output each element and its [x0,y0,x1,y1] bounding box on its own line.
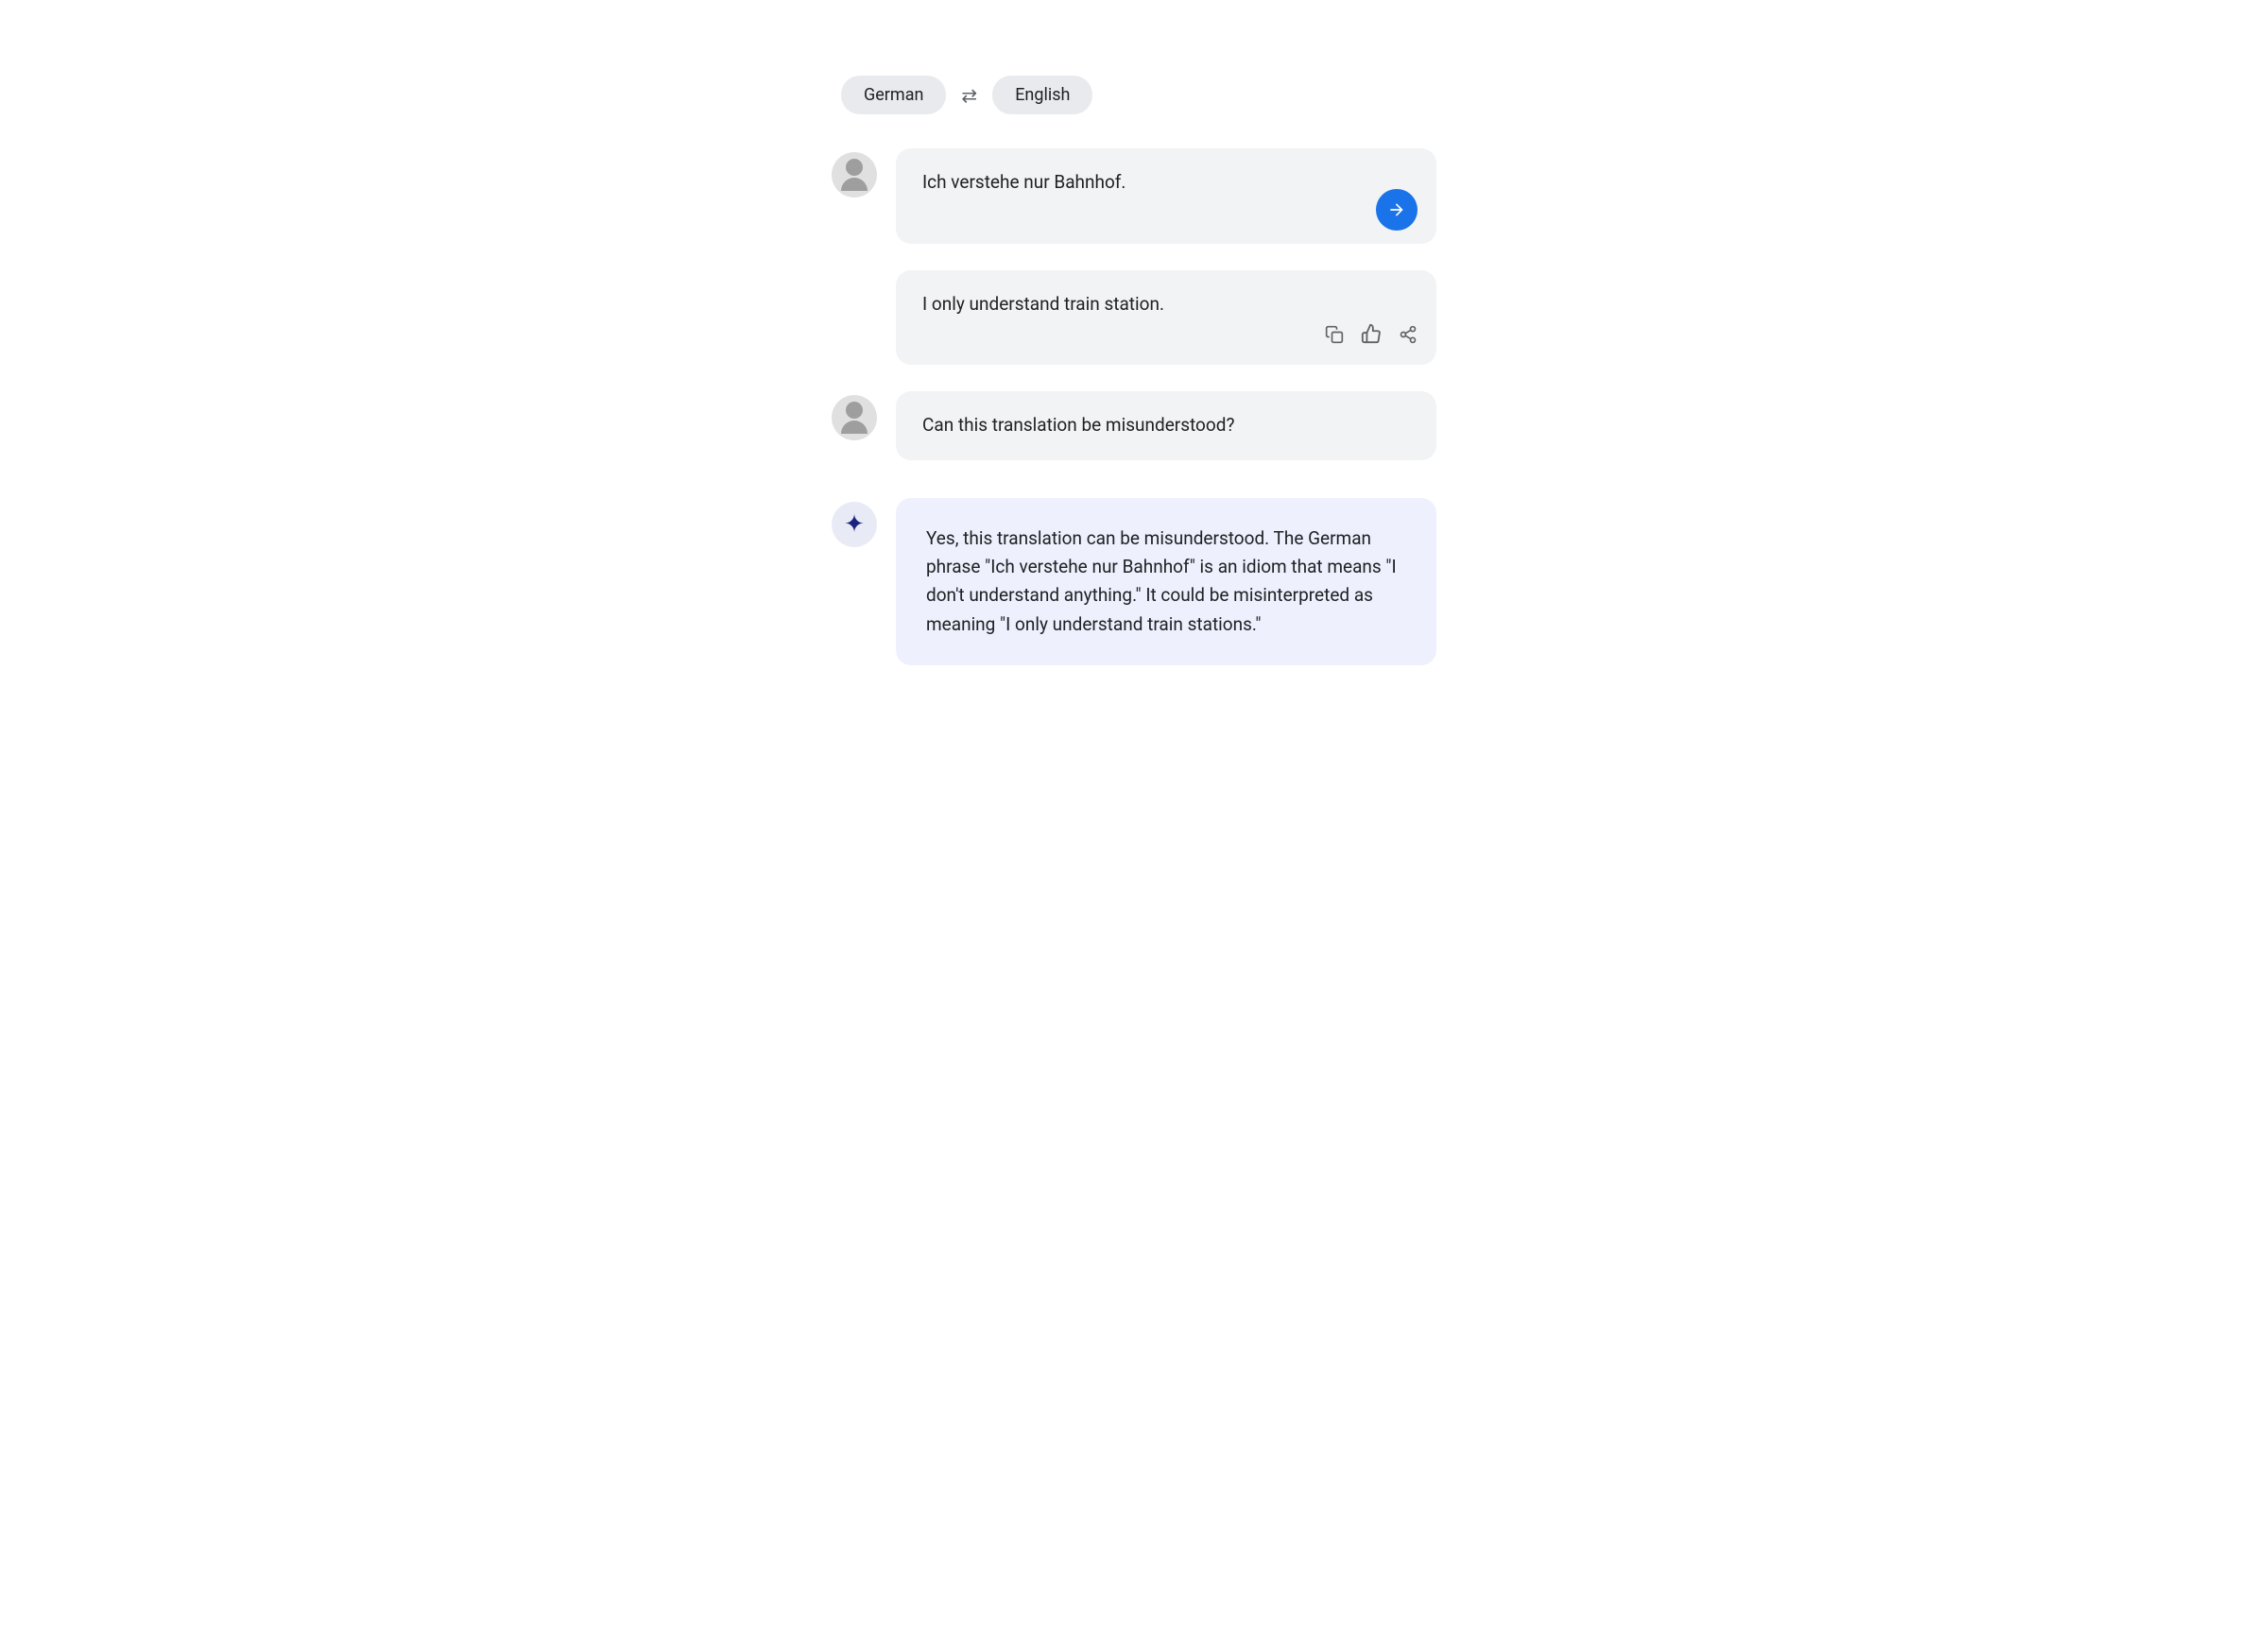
translate-button[interactable] [1376,189,1418,231]
user-message-1-row: Ich verstehe nur Bahnhof. [832,148,1436,244]
avatar-body-2 [841,421,868,434]
user-question-bubble: Can this translation be misunderstood? [896,391,1436,460]
copy-icon[interactable] [1325,323,1344,352]
person-avatar-shape-2 [841,402,868,434]
feedback-icon[interactable] [1361,323,1382,352]
user-message-2-row: Can this translation be misunderstood? [832,391,1436,460]
person-avatar-shape [841,159,868,191]
share-icon[interactable] [1399,323,1418,352]
user-avatar-2 [832,395,877,440]
ai-avatar: ✦ [832,502,877,547]
translation-result-bubble: I only understand train station. [896,270,1436,366]
user-input-bubble-1: Ich verstehe nur Bahnhof. [896,148,1436,244]
user-input-text-1: Ich verstehe nur Bahnhof. [922,171,1125,193]
arrow-right-icon [1387,200,1406,219]
ai-response-text: Yes, this translation can be misundersto… [926,527,1397,635]
user-avatar-1 [832,152,877,198]
ai-response-row: ✦ Yes, this translation can be misunders… [832,498,1436,666]
ai-response-bubble: Yes, this translation can be misundersto… [896,498,1436,666]
swap-languages-icon[interactable]: ⇄ [961,84,977,107]
avatar-body [841,178,868,191]
language-bar: German ⇄ English [832,76,1436,114]
user-question-text: Can this translation be misunderstood? [922,414,1234,436]
avatar-head [846,159,863,176]
avatar-head-2 [846,402,863,419]
translation-action-icons [1325,323,1418,352]
sparkle-icon: ✦ [844,512,865,537]
source-language-button[interactable]: German [841,76,946,114]
main-container: German ⇄ English Ich verstehe nur Bahnho… [794,38,1474,730]
target-language-button[interactable]: English [992,76,1092,114]
translation-text: I only understand train station. [922,293,1164,315]
